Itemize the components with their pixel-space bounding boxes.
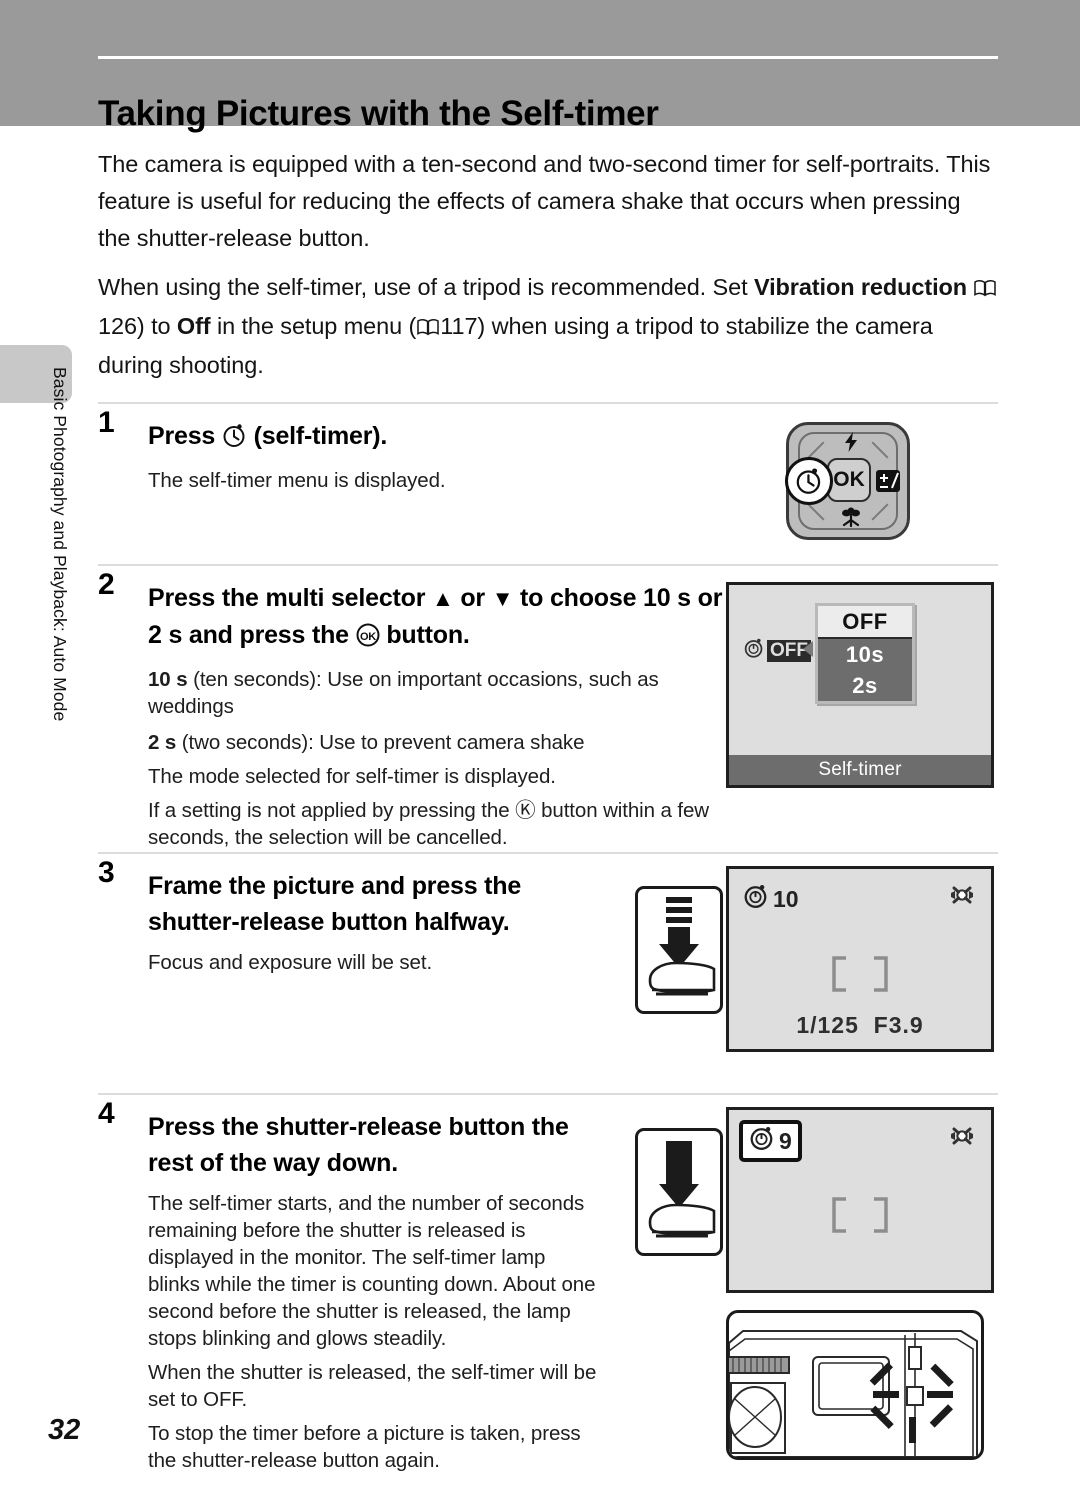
countdown-seconds-value: 9	[779, 1127, 792, 1154]
camera-front-illustration	[726, 1310, 984, 1460]
press-shutter-halfway-icon	[635, 886, 723, 1014]
multi-selector-body[interactable]: OK	[785, 422, 913, 540]
ok-button[interactable]: OK	[827, 458, 871, 502]
step-4-heading: Press the shutter-release button the res…	[148, 1113, 569, 1177]
step-4: 4 Press the shutter-release button the r…	[98, 1095, 998, 1489]
self-timer-button-highlight[interactable]	[785, 457, 833, 505]
focus-area-brackets-step3	[729, 952, 991, 1005]
intro-p2-bold-off: Off	[176, 313, 211, 339]
step-2-body-line-4: If a setting is not applied by pressing …	[148, 799, 709, 849]
intro-paragraph-1: The camera is equipped with a ten-second…	[98, 151, 991, 251]
aperture-value: F3.9	[873, 1012, 924, 1038]
step-4-body-line-2: When the shutter is released, the self-t…	[148, 1361, 597, 1411]
self-timer-option-2s[interactable]: 2s	[818, 670, 912, 701]
finger-illustration	[648, 961, 716, 996]
intro-p2-part2: ) to	[136, 313, 177, 339]
self-timer-icon-countdown	[749, 1125, 775, 1157]
step-2-bold-10s: 10 s	[148, 668, 188, 691]
step-2-heading-bold-10s: 10 s	[643, 584, 691, 612]
shutter-speed-value: 1/125	[796, 1012, 859, 1038]
camera-body-drawing	[729, 1330, 978, 1457]
arrow-up-icon: ▲	[432, 586, 454, 611]
step-3-heading: Frame the picture and press the shutter-…	[148, 872, 522, 936]
exposure-readout-step3: 1/125 F3.9	[729, 1012, 991, 1039]
macro-flower-icon[interactable]	[789, 507, 913, 533]
step-2-text-2s: (two seconds): Use to prevent camera sha…	[176, 731, 585, 754]
step-2-text-10s: (ten seconds): Use on important occasion…	[148, 668, 659, 718]
book-reference-icon	[974, 271, 997, 308]
step-3-number: 3	[98, 856, 115, 889]
step-3: 3 Frame the picture and press the shutte…	[98, 854, 998, 1093]
step-2-number: 2	[98, 568, 115, 601]
step-4-body-line-3: To stop the timer before a picture is ta…	[148, 1422, 581, 1472]
press-shutter-full-icon	[635, 1128, 723, 1256]
step-2-heading-c: to choose	[513, 584, 644, 612]
self-timer-option-off[interactable]: OFF	[818, 606, 912, 639]
press-full-figure	[635, 1128, 723, 1256]
header-rule	[98, 56, 998, 59]
step-2-heading-f: button.	[379, 621, 470, 649]
self-timer-countdown-indicator: 9	[739, 1120, 802, 1162]
step-2-heading-e: and press the	[182, 621, 356, 649]
arrow-down-icon: ▼	[491, 586, 514, 611]
step-2-heading-bold-2s: 2 s	[148, 621, 183, 649]
self-timer-menu-screen: OFF OFF 10s 2s Self-timer	[726, 582, 994, 788]
step-1-body-line-1: The self-timer menu is displayed.	[148, 469, 446, 492]
step-2: 2 Press the multi selector ▲ or ▼ to cho…	[98, 566, 998, 852]
intro-page-ref-126: 126	[98, 313, 137, 339]
step-2-body-line-3: The mode selected for self-timer is disp…	[148, 765, 556, 788]
self-timer-option-10s[interactable]: 10s	[818, 639, 912, 670]
step-1-heading: Press (self-timer).	[148, 418, 708, 458]
intro-p2-part3: in the setup menu (	[210, 313, 417, 339]
vibration-reduction-icon	[949, 883, 975, 913]
self-timer-small-icon	[743, 637, 765, 665]
intro-p2-bold-vibration-reduction: Vibration reduction	[753, 274, 968, 300]
exposure-compensation-icon[interactable]	[875, 469, 901, 499]
step-2-body-line-1: 10 s (ten seconds): Use on important occ…	[148, 666, 738, 720]
press-halfway-figure	[635, 886, 723, 1014]
step-2-body-line-2: 2 s (two seconds): Use to prevent camera…	[148, 729, 738, 756]
step-2-heading-d: or	[690, 584, 723, 612]
self-timer-seconds-step3: 10	[773, 885, 799, 912]
finger-illustration-2	[648, 1203, 716, 1238]
step-2-heading: Press the multi selector ▲ or ▼ to choos…	[148, 580, 738, 657]
step-2-heading-a: Press the multi selector	[148, 584, 433, 612]
chapter-tab-label: Basic Photography and Playback: Auto Mod…	[50, 367, 70, 722]
self-timer-icon	[222, 422, 247, 458]
step-4-number: 4	[98, 1097, 115, 1130]
menu-caret-icon	[803, 641, 813, 657]
step-3-body-line-1: Focus and exposure will be set.	[148, 951, 433, 974]
page-content: The camera is equipped with a ten-second…	[98, 126, 998, 1489]
shooting-display-step3-figure: 10 1/125 F3.9	[726, 866, 994, 1052]
self-timer-indicator-step3: 10	[743, 883, 799, 915]
flash-icon[interactable]	[789, 431, 913, 459]
self-timer-menu-figure: OFF OFF 10s 2s Self-timer	[726, 582, 994, 788]
shooting-display-step3: 10 1/125 F3.9	[726, 866, 994, 1052]
self-timer-options-popup: OFF 10s 2s	[815, 603, 915, 704]
self-timer-icon-display	[743, 883, 769, 915]
step-2-bold-2s: 2 s	[148, 731, 177, 754]
page-number: 32	[48, 1414, 81, 1446]
intro-page-ref-117: 117	[440, 313, 478, 339]
intro-paragraph-2: When using the self-timer, use of a trip…	[98, 269, 998, 384]
focus-area-brackets-step4	[729, 1193, 991, 1246]
step-1-heading-post: (self-timer).	[246, 422, 388, 450]
shooting-display-step4-figure: 9	[726, 1107, 994, 1293]
self-timer-menu-caption: Self-timer	[729, 755, 991, 785]
step-4-body-line-1: The self-timer starts, and the number of…	[148, 1192, 596, 1350]
svg-text:OK: OK	[360, 631, 376, 643]
camera-lamp-figure	[726, 1310, 984, 1460]
vibration-reduction-icon-2	[949, 1124, 975, 1154]
ok-button-icon: OK	[356, 621, 380, 657]
multi-selector-figure: OK	[785, 422, 913, 540]
step-2-heading-b: or	[453, 584, 492, 612]
step-1-heading-pre: Press	[148, 422, 222, 450]
step-1: 1 Press (self-timer). The self-timer men…	[98, 404, 998, 564]
current-self-timer-indicator: OFF	[743, 637, 811, 665]
shooting-display-step4: 9	[726, 1107, 994, 1293]
book-reference-icon-2	[417, 310, 439, 347]
step-1-number: 1	[98, 406, 115, 439]
intro-p2-part1: When using the self-timer, use of a trip…	[98, 274, 754, 300]
